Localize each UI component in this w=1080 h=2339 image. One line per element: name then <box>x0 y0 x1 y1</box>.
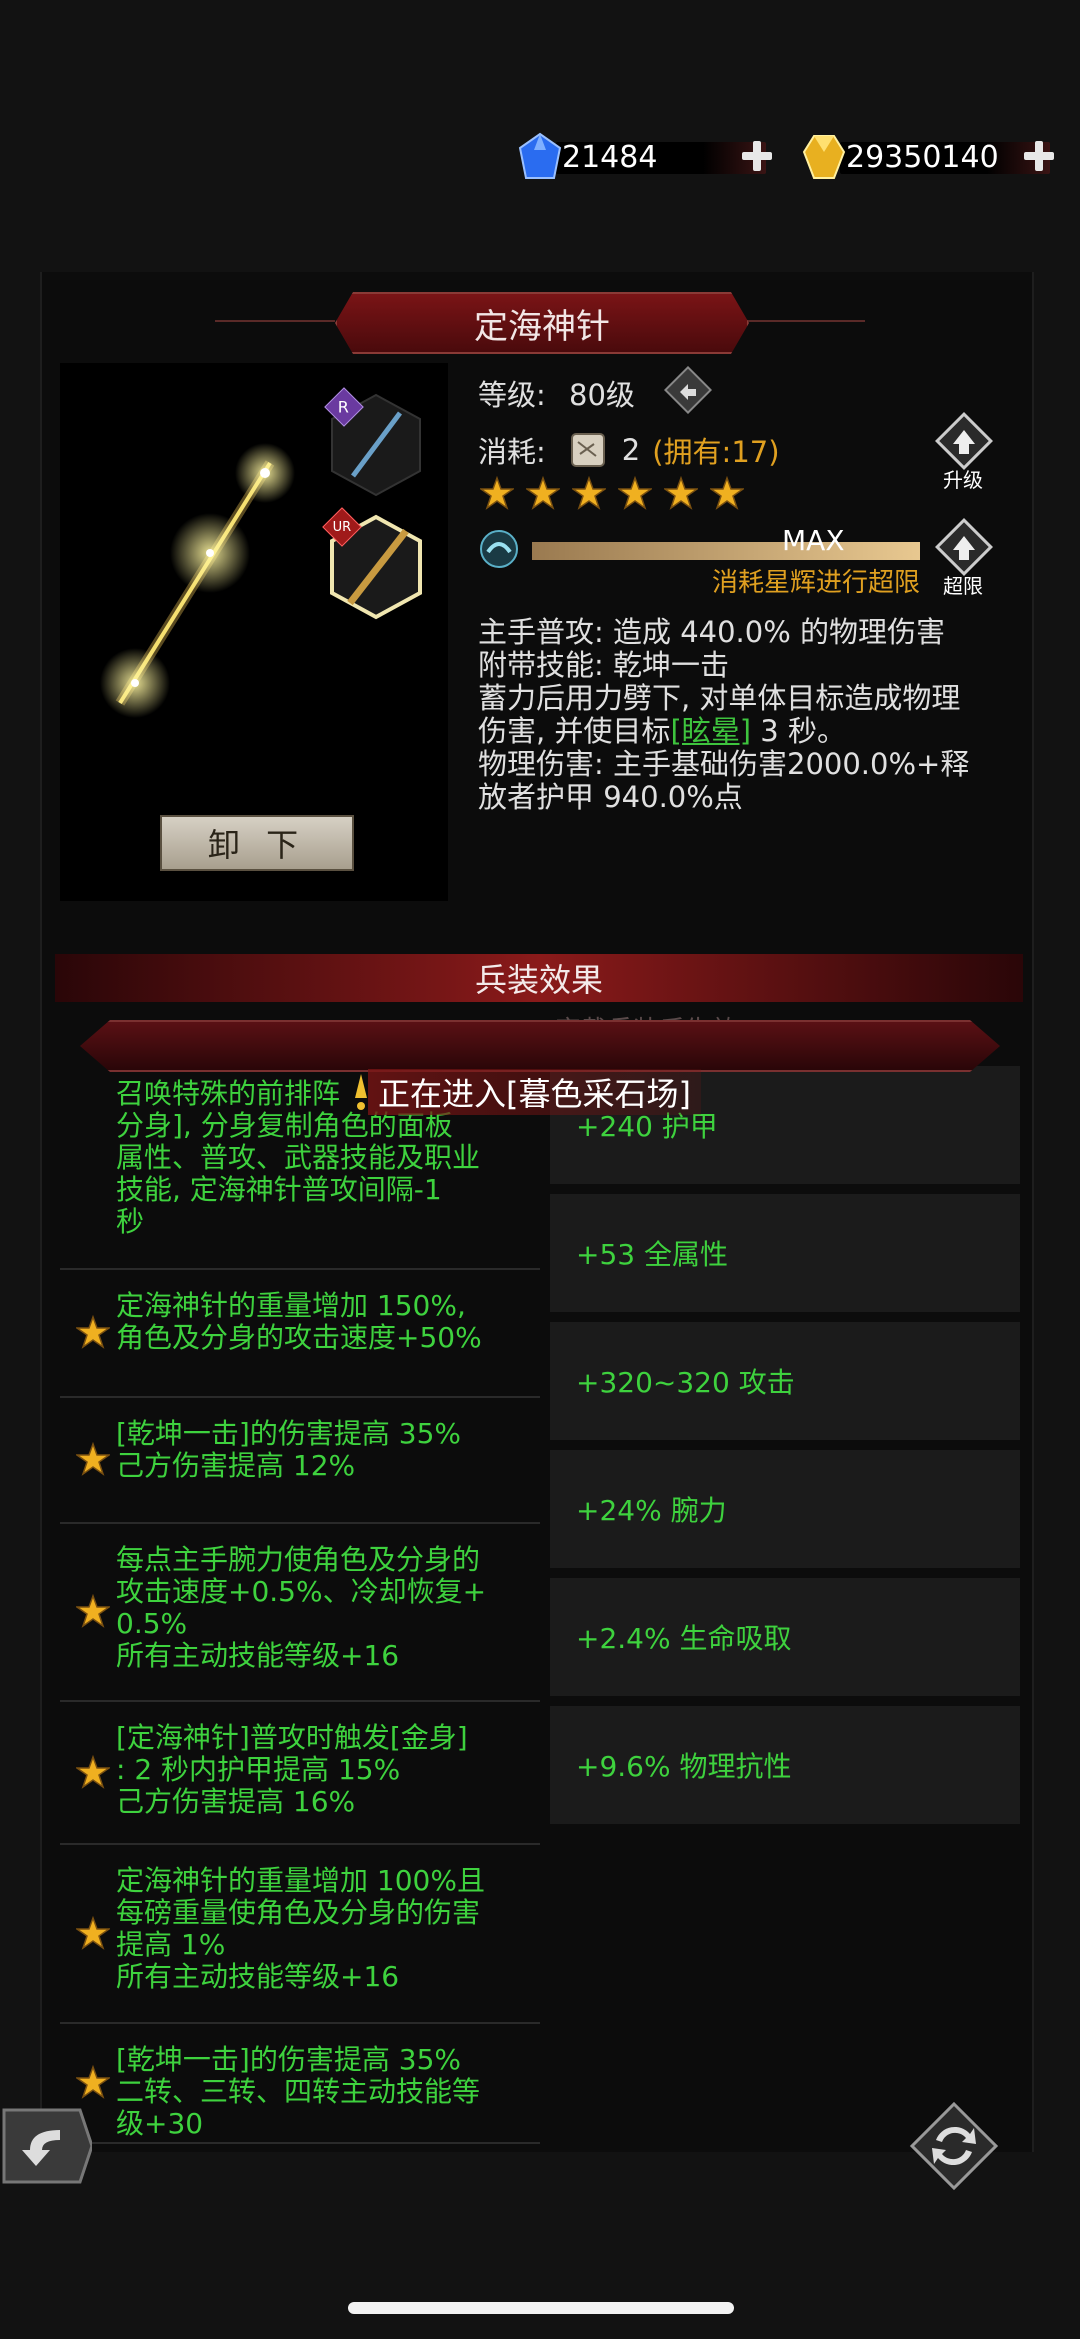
effect-row: 定海神针的重量增加 100%且 每磅重量使角色及分身的伤害 提高 1% 所有主动技能等… <box>60 1843 540 2024</box>
effect-text: [乾坤一击]的伤害提高 35% 己方伤害提高 12% <box>116 1418 461 1482</box>
desc-line: 附带技能: 乾坤一击 <box>478 648 729 682</box>
effect-line: 定海神针的重量增加 150%, <box>116 1289 466 1322</box>
effect-star-icon <box>74 2064 112 2099</box>
effect-row: [定海神针]普攻时触发[金身]: 2 秒内护甲提高 15% 己方伤害提高 16% <box>60 1700 540 1845</box>
effects-title: 兵装效果 <box>55 954 1023 1002</box>
effect-line: 攻击速度+0.5%、冷却恢复+ <box>116 1575 487 1608</box>
effect-line: 所有主动技能等级+16 <box>116 1960 400 1993</box>
stat-box: +24% 腕力 <box>550 1450 1020 1568</box>
effect-line: 角色及分身的攻击速度+50% <box>116 1321 482 1354</box>
effect-line: 每磅重量使角色及分身的伤害 <box>116 1896 481 1929</box>
home-indicator[interactable] <box>348 2302 734 2314</box>
effect-line: 技能, 定海神针普攻间隔-1 <box>116 1173 442 1206</box>
stat-box: +320~320 攻击 <box>550 1322 1020 1440</box>
limit-break-label: 超限 <box>943 574 983 598</box>
progress-hint: 消耗星辉进行超限 <box>712 568 921 598</box>
title-divider-right <box>745 320 865 322</box>
unequip-button[interactable]: 卸 下 <box>160 815 354 871</box>
stat-box: +2.4% 生命吸取 <box>550 1578 1020 1696</box>
effect-star-icon <box>74 1754 112 1789</box>
effect-row: [乾坤一击]的伤害提高 35% 己方伤害提高 12% <box>60 1396 540 1524</box>
scroll-material-icon <box>570 433 605 467</box>
upgrade-label: 升级 <box>943 468 983 492</box>
progress-max-label: MAX <box>782 524 845 557</box>
rating-star-icon <box>662 475 700 510</box>
effect-line: 属性、普攻、武器技能及职业 <box>116 1141 481 1174</box>
desc-line: 物理伤害: 主手基础伤害2000.0%+释 <box>478 747 970 781</box>
area-toast-text: 正在进入[暮色采石场] <box>368 1069 701 1115</box>
stun-link[interactable]: [眩晕] <box>670 714 751 748</box>
gold-count: 29350140 <box>846 139 999 175</box>
revert-icon[interactable] <box>664 366 712 414</box>
effect-line: 秒 <box>116 1205 145 1238</box>
effect-row: 定海神针的重量增加 150%, 角色及分身的攻击速度+50% <box>60 1268 540 1398</box>
effect-line: 每点主手腕力使角色及分身的 <box>116 1543 481 1576</box>
level-value: 80级 <box>569 378 635 412</box>
effect-line: 二转、三转、四转主动技能等 <box>116 2075 481 2108</box>
effect-line: 0.5% <box>116 1607 188 1640</box>
rating-star-icon <box>570 475 608 510</box>
effect-text: [定海神针]普攻时触发[金身]: 2 秒内护甲提高 15% 己方伤害提高 16% <box>116 1722 468 1818</box>
effect-text: 定海神针的重量增加 100%且 每磅重量使角色及分身的伤害 提高 1% 所有主动技能等… <box>116 1865 485 1993</box>
add-gold-button[interactable] <box>1022 139 1056 173</box>
gem-count: 21484 <box>562 139 658 175</box>
stat-box: +53 全属性 <box>550 1194 1020 1312</box>
back-icon[interactable] <box>0 2100 92 2192</box>
effect-line: 己方伤害提高 12% <box>116 1449 356 1482</box>
effect-line: 定海神针的重量增加 100%且 <box>116 1864 485 1897</box>
upgrade-button[interactable] <box>935 412 993 470</box>
refresh-icon[interactable] <box>908 2100 1000 2192</box>
effect-row: 每点主手腕力使角色及分身的 攻击速度+0.5%、冷却恢复+ 0.5% 所有主动技能等级… <box>60 1522 540 1702</box>
cost-row: 消耗: 2 (拥有:17) <box>478 428 780 472</box>
blue-gem-icon <box>518 132 562 179</box>
cost-label: 消耗: <box>478 435 546 469</box>
effect-line: [乾坤一击]的伤害提高 35% <box>116 2043 461 2076</box>
effect-star-icon <box>74 1441 112 1476</box>
desc-line: 放者护甲 940.0%点 <box>478 780 743 814</box>
desc-line: 伤害, 并使目标[眩晕] 3 秒。 <box>478 714 846 748</box>
item-description: 主手普攻: 造成 440.0% 的物理伤害 附带技能: 乾坤一击 蓄力后用力劈下… <box>478 616 1038 814</box>
effect-star-icon <box>74 1915 112 1950</box>
effect-line: 级+30 <box>116 2107 204 2140</box>
gem-currency: 21484 <box>516 132 766 182</box>
effect-line: 提高 1% <box>116 1928 226 1961</box>
area-toast-frame <box>80 1020 1000 1072</box>
rating-star-icon <box>478 475 516 510</box>
add-gem-button[interactable] <box>740 139 774 173</box>
effect-text: 每点主手腕力使角色及分身的 攻击速度+0.5%、冷却恢复+ 0.5% 所有主动技能等级… <box>116 1544 486 1672</box>
star-rating <box>478 475 746 510</box>
level-label: 等级: <box>478 378 546 412</box>
desc-line: 主手普攻: 造成 440.0% 的物理伤害 <box>478 615 946 649</box>
item-title: 定海神针 <box>335 292 749 354</box>
cost-owned: (拥有:17) <box>652 435 780 469</box>
effect-line: 己方伤害提高 16% <box>116 1785 356 1818</box>
effect-text: [乾坤一击]的伤害提高 35% 二转、三转、四转主动技能等 级+30 <box>116 2044 480 2140</box>
rating-star-icon <box>616 475 654 510</box>
effect-line: : 2 秒内护甲提高 15% <box>116 1753 401 1786</box>
stat-box: +9.6% 物理抗性 <box>550 1706 1020 1824</box>
rating-star-icon <box>708 475 746 510</box>
title-divider-left <box>215 320 335 322</box>
effect-row: [乾坤一击]的伤害提高 35% 二转、三转、四转主动技能等 级+30 <box>60 2022 540 2144</box>
limit-break-button[interactable] <box>935 518 993 576</box>
effect-line: 所有主动技能等级+16 <box>116 1639 400 1672</box>
rating-star-icon <box>524 475 562 510</box>
effect-line: [定海神针]普攻时触发[金身] <box>116 1721 468 1754</box>
effect-text: 定海神针的重量增加 150%, 角色及分身的攻击速度+50% <box>116 1290 482 1354</box>
effect-star-icon <box>74 1314 112 1349</box>
gold-crystal-icon <box>802 135 846 179</box>
gold-currency: 29350140 <box>800 132 1050 182</box>
effect-star-icon <box>74 1593 112 1628</box>
desc-line: 蓄力后用力劈下, 对单体目标造成物理 <box>478 681 961 715</box>
moon-star-icon <box>480 530 518 568</box>
star-progress-bar <box>532 542 920 560</box>
level-row: 等级: 80级 <box>478 372 635 414</box>
effect-line: [乾坤一击]的伤害提高 35% <box>116 1417 461 1450</box>
cost-value: 2 <box>621 433 641 467</box>
